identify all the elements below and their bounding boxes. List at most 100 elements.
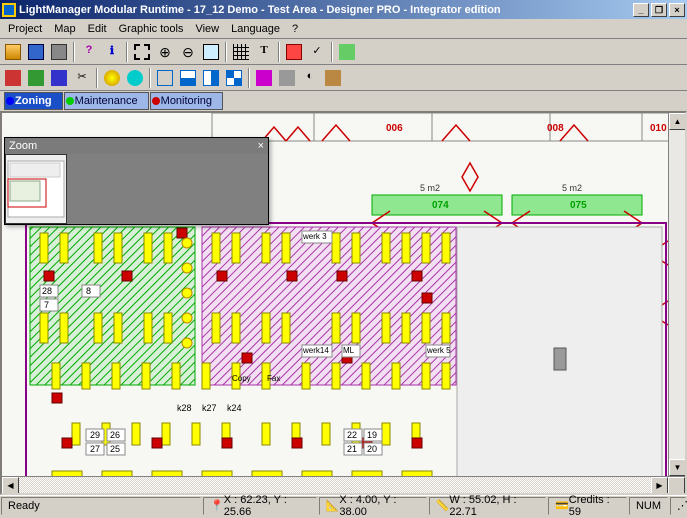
separator <box>278 42 280 62</box>
separator <box>73 42 75 62</box>
sensor-icon[interactable] <box>124 67 146 89</box>
dot-icon <box>6 97 14 105</box>
separator <box>149 68 151 88</box>
minimize-button[interactable]: _ <box>633 3 649 17</box>
zone-074: 074 <box>432 200 449 211</box>
menu-view[interactable]: View <box>189 21 225 37</box>
status-wh-val: W : 55.02, H : 22.71 <box>449 494 539 518</box>
resize-grip[interactable]: ⋰ <box>670 497 686 515</box>
print-icon[interactable] <box>48 41 70 63</box>
dot-icon <box>66 97 74 105</box>
cell-7: 7 <box>44 300 49 310</box>
separator <box>248 68 250 88</box>
separator <box>126 42 128 62</box>
shape3-icon[interactable] <box>48 67 70 89</box>
zoom-out-icon[interactable]: ⊖ <box>177 41 199 63</box>
layout1-icon[interactable] <box>154 67 176 89</box>
floorplan-canvas[interactable]: 006 008 010 074 075 5 m2 5 m2 28 8 7 k28… <box>2 113 670 495</box>
text-icon[interactable]: T <box>253 41 275 63</box>
menubar: Project Map Edit Graphic tools View Lang… <box>0 19 687 39</box>
scroll-down-button[interactable]: ▼ <box>669 459 686 476</box>
room-006: 006 <box>386 123 403 134</box>
scroll-corner <box>668 477 685 494</box>
tab-zoning[interactable]: Zoning <box>4 92 63 110</box>
tool-a-icon[interactable] <box>283 41 305 63</box>
cell-28: 28 <box>42 286 52 296</box>
save-icon[interactable] <box>25 41 47 63</box>
misc4-icon[interactable] <box>322 67 344 89</box>
grid-icon[interactable] <box>230 41 252 63</box>
maximize-button[interactable]: ❐ <box>651 3 667 17</box>
label-werk3: werk 3 <box>303 232 327 241</box>
menu-project[interactable]: Project <box>2 21 48 37</box>
open-icon[interactable] <box>2 41 24 63</box>
zoom-panel-body[interactable] <box>5 154 268 224</box>
status-credits: 💳 Credits : 59 <box>548 497 627 515</box>
help-icon[interactable]: ? <box>78 41 100 63</box>
zoom-panel-title: Zoom <box>9 140 37 152</box>
titlebar: LightManager Modular Runtime - 17_12 Dem… <box>0 0 687 19</box>
label-werk5: werk 5 <box>427 346 451 355</box>
area-5m2-a: 5 m2 <box>420 183 440 193</box>
zoom-in-icon[interactable]: ⊕ <box>154 41 176 63</box>
hscroll-track[interactable] <box>19 477 651 493</box>
info-icon[interactable]: ℹ <box>101 41 123 63</box>
zoom-window-icon[interactable] <box>131 41 153 63</box>
label-k27: k27 <box>202 403 217 413</box>
layout3-icon[interactable] <box>200 67 222 89</box>
label-ml: ML <box>343 346 354 355</box>
status-coords: 📍 X : 62.23, Y : 25.66 <box>203 497 317 515</box>
status-wh: 📏 W : 55.02, H : 22.71 <box>429 497 546 515</box>
zoom-fit-icon[interactable] <box>200 41 222 63</box>
separator <box>96 68 98 88</box>
zoom-thumbnail[interactable] <box>5 154 67 224</box>
layout4-icon[interactable] <box>223 67 245 89</box>
vertical-scrollbar[interactable]: ▲ ▼ <box>668 113 685 476</box>
tab-monitoring-label: Monitoring <box>161 95 212 107</box>
vscroll-track[interactable] <box>669 130 685 459</box>
statusbar: Ready 📍 X : 62.23, Y : 25.66 📐 X : 4.00,… <box>0 495 687 515</box>
menu-language[interactable]: Language <box>225 21 286 37</box>
tab-maintenance[interactable]: Maintenance <box>64 92 149 110</box>
lamp-icon[interactable] <box>101 67 123 89</box>
area-5m2-b: 5 m2 <box>562 183 582 193</box>
scroll-up-button[interactable]: ▲ <box>669 113 686 130</box>
misc3-icon[interactable]: ◐ <box>299 67 321 89</box>
tool-c-icon[interactable] <box>336 41 358 63</box>
cut-icon[interactable]: ✂ <box>71 67 93 89</box>
label-20: 20 <box>367 444 377 454</box>
horizontal-scrollbar[interactable]: ◀ ▶ <box>2 476 685 493</box>
zoom-panel[interactable]: Zoom × <box>4 137 269 225</box>
zoom-panel-header[interactable]: Zoom × <box>5 138 268 154</box>
label-25: 25 <box>110 444 120 454</box>
room-008: 008 <box>547 123 564 134</box>
close-button[interactable]: × <box>669 3 685 17</box>
label-19: 19 <box>367 430 377 440</box>
zoom-panel-close[interactable]: × <box>258 140 264 152</box>
label-k28: k28 <box>177 403 192 413</box>
misc2-icon[interactable] <box>276 67 298 89</box>
menu-edit[interactable]: Edit <box>82 21 113 37</box>
zone-075: 075 <box>570 200 587 211</box>
dot-icon <box>152 97 160 105</box>
layout2-icon[interactable] <box>177 67 199 89</box>
menu-map[interactable]: Map <box>48 21 81 37</box>
menu-graphictools[interactable]: Graphic tools <box>113 21 190 37</box>
room-010: 010 <box>650 123 667 134</box>
misc1-icon[interactable] <box>253 67 275 89</box>
window-title: LightManager Modular Runtime - 17_12 Dem… <box>19 4 631 16</box>
label-werk14: werk14 <box>303 346 329 355</box>
menu-help[interactable]: ? <box>286 21 304 37</box>
app-icon <box>2 3 16 17</box>
scroll-left-button[interactable]: ◀ <box>2 477 19 494</box>
separator <box>225 42 227 62</box>
label-29: 29 <box>90 430 100 440</box>
tool-b-icon[interactable]: ✓ <box>306 41 328 63</box>
shape1-icon[interactable] <box>2 67 24 89</box>
label-26: 26 <box>110 430 120 440</box>
scroll-right-button[interactable]: ▶ <box>651 477 668 494</box>
tab-monitoring[interactable]: Monitoring <box>150 92 223 110</box>
shape2-icon[interactable] <box>25 67 47 89</box>
toolbar-2: ✂ ◐ <box>0 65 687 91</box>
status-xy-val: X : 4.00, Y : 38.00 <box>339 494 419 518</box>
